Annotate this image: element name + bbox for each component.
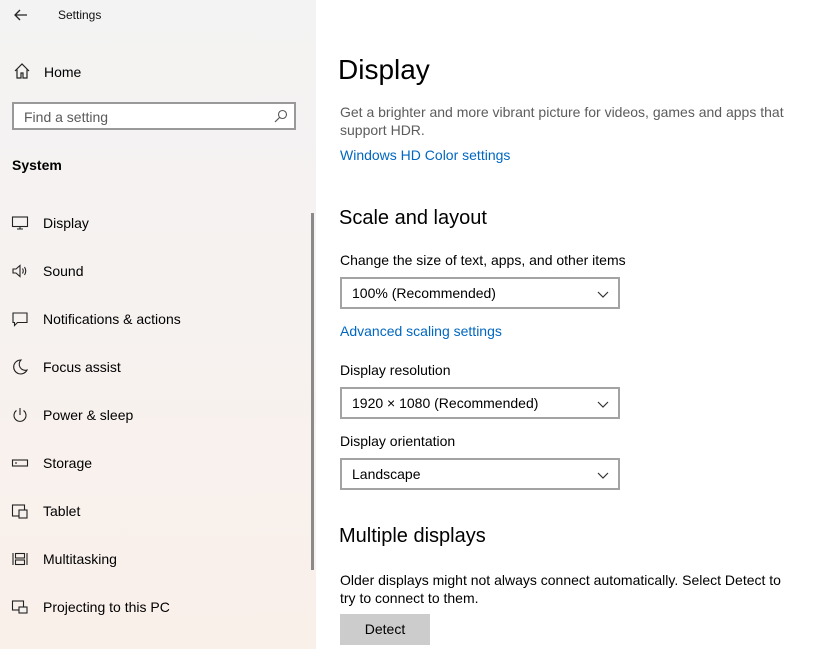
- power-icon: [13, 408, 27, 422]
- chevron-down-icon: [597, 472, 609, 479]
- sidebar-item-label: Focus assist: [43, 359, 121, 375]
- hdr-description: Get a brighter and more vibrant picture …: [340, 104, 784, 138]
- sidebar-item-power-sleep[interactable]: Power & sleep: [0, 391, 310, 439]
- chevron-down-icon: [597, 291, 609, 298]
- sidebar-scrollbar[interactable]: [311, 213, 314, 570]
- search-placeholder: Find a setting: [24, 109, 109, 125]
- orientation-dropdown[interactable]: Landscape: [340, 458, 620, 490]
- projecting-icon: [11, 600, 28, 614]
- sidebar-item-tablet[interactable]: Tablet: [0, 487, 310, 535]
- multiple-displays-heading: Multiple displays: [339, 525, 486, 547]
- scale-layout-heading: Scale and layout: [339, 207, 487, 229]
- sidebar-item-label: Tablet: [43, 503, 81, 519]
- sidebar-item-display[interactable]: Display: [0, 199, 310, 247]
- sidebar-item-label: Storage: [43, 455, 93, 471]
- title-bar: Settings: [0, 0, 316, 30]
- moon-icon: [13, 359, 29, 375]
- main-content: Display Get a brighter and more vibrant …: [316, 0, 838, 649]
- sidebar-item-home[interactable]: Home: [0, 56, 316, 88]
- scale-label: Change the size of text, apps, and other…: [340, 252, 626, 268]
- sidebar-item-projecting[interactable]: Projecting to this PC: [0, 583, 310, 631]
- page-title: Display: [338, 54, 430, 85]
- sidebar-item-label: Multitasking: [43, 551, 117, 567]
- home-icon: [14, 63, 30, 79]
- sidebar-item-focus-assist[interactable]: Focus assist: [0, 343, 310, 391]
- resolution-label: Display resolution: [340, 362, 451, 378]
- scale-value: 100% (Recommended): [352, 285, 496, 301]
- sidebar-item-notifications[interactable]: Notifications & actions: [0, 295, 310, 343]
- app-title: Settings: [58, 8, 102, 22]
- orientation-label: Display orientation: [340, 433, 456, 449]
- multitasking-icon: [12, 552, 28, 566]
- back-arrow-icon[interactable]: [11, 5, 31, 25]
- monitor-icon: [11, 216, 29, 230]
- search-icon[interactable]: [274, 109, 288, 123]
- sidebar-item-label: Display: [43, 215, 89, 231]
- sidebar-item-sound[interactable]: Sound: [0, 247, 310, 295]
- section-title-system: System: [12, 157, 62, 173]
- scale-dropdown[interactable]: 100% (Recommended): [340, 277, 620, 309]
- sidebar: Settings Home Find a setting System Disp…: [0, 0, 316, 649]
- sidebar-item-label: Power & sleep: [43, 407, 134, 423]
- home-label: Home: [44, 64, 82, 80]
- resolution-value: 1920 × 1080 (Recommended): [352, 395, 539, 411]
- sidebar-item-label: Sound: [43, 263, 84, 279]
- sidebar-item-storage[interactable]: Storage: [0, 439, 310, 487]
- sidebar-nav: Display Sound Notifications & actions Fo…: [0, 199, 316, 631]
- sidebar-item-multitasking[interactable]: Multitasking: [0, 535, 310, 583]
- sidebar-item-label: Projecting to this PC: [43, 599, 170, 615]
- search-input[interactable]: Find a setting: [12, 102, 296, 130]
- sidebar-item-label: Notifications & actions: [43, 311, 181, 327]
- hd-color-settings-link[interactable]: Windows HD Color settings: [340, 147, 510, 163]
- multiple-displays-description: Older displays might not always connect …: [340, 572, 781, 606]
- advanced-scaling-link[interactable]: Advanced scaling settings: [340, 323, 502, 339]
- resolution-dropdown[interactable]: 1920 × 1080 (Recommended): [340, 387, 620, 419]
- speaker-icon: [12, 264, 27, 278]
- chevron-down-icon: [597, 401, 609, 408]
- storage-icon: [11, 459, 29, 467]
- orientation-value: Landscape: [352, 466, 421, 482]
- notification-icon: [12, 312, 28, 327]
- detect-button[interactable]: Detect: [340, 614, 430, 645]
- tablet-icon: [11, 504, 28, 519]
